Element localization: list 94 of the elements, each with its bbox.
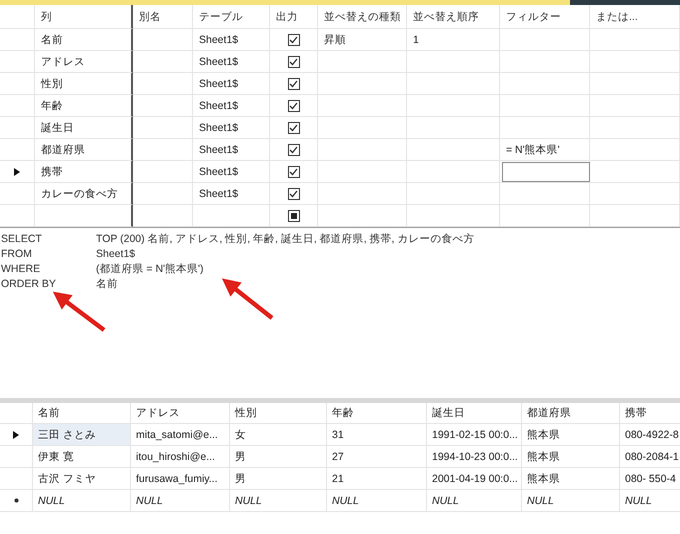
table-cell: mita_satomi@e... [131, 424, 230, 446]
column-header[interactable]: 携帯 [620, 403, 680, 424]
column-header[interactable]: または... [590, 5, 680, 29]
grid-cell: 1 [407, 29, 500, 51]
grid-cell: カレーの食べ方 [35, 183, 133, 205]
output-checkbox[interactable] [288, 100, 300, 112]
column-header[interactable]: フィルター [500, 5, 590, 29]
grid-cell: Sheet1$ [193, 161, 270, 183]
grid-cell: Sheet1$ [193, 139, 270, 161]
column-header[interactable]: 誕生日 [427, 403, 522, 424]
null-cell: NULL [620, 490, 680, 512]
sql-text: 名前 [96, 276, 118, 290]
grid-cell: Sheet1$ [193, 73, 270, 95]
table-cell: 熊本県 [522, 446, 620, 468]
grid-cell: アドレス [35, 51, 133, 73]
annotation-arrow [52, 292, 106, 332]
table-cell: 27 [327, 446, 427, 468]
grid-cell [133, 95, 193, 117]
grid-cell [133, 183, 193, 205]
table-cell: furusawa_fumiy... [131, 468, 230, 490]
output-checkbox[interactable] [288, 78, 300, 90]
grid-cell: Sheet1$ [193, 51, 270, 73]
grid-cell: 昇順 [318, 29, 407, 51]
annotation-arrow [222, 278, 274, 320]
output-checkbox[interactable] [288, 56, 300, 68]
grid-cell [133, 29, 193, 51]
table-cell: 21 [327, 468, 427, 490]
column-header[interactable]: 都道府県 [522, 403, 620, 424]
table-cell: 伊東 寛 [33, 446, 131, 468]
grid-cell: 都道府県 [35, 139, 133, 161]
current-row-icon [14, 168, 20, 176]
table-cell: 熊本県 [522, 468, 620, 490]
table-cell: 熊本県 [522, 424, 620, 446]
sql-keyword: ORDER BY [0, 278, 57, 290]
grid-cell: 携帯 [35, 161, 133, 183]
sql-text: Sheet1$ [96, 248, 136, 260]
new-row-icon [14, 498, 18, 503]
current-row-icon [13, 430, 19, 438]
sql-keyword: SELECT [0, 232, 43, 244]
grid-cell [133, 73, 193, 95]
null-cell: NULL [327, 490, 427, 512]
column-header[interactable]: アドレス [131, 403, 230, 424]
grid-cell: = N'熊本県' [500, 139, 590, 161]
column-header[interactable]: 性別 [230, 403, 327, 424]
column-header[interactable]: 出力 [270, 5, 318, 29]
table-cell: 080-4922-8 [620, 424, 680, 446]
grid-cell: 誕生日 [35, 117, 133, 139]
output-checkbox[interactable] [288, 144, 300, 156]
output-checkbox[interactable] [288, 188, 300, 200]
column-header[interactable]: 並べ替え順序 [407, 5, 500, 29]
grid-cell: 性別 [35, 73, 133, 95]
table-cell: 1991-02-15 00:0... [427, 424, 522, 446]
grid-cell [133, 139, 193, 161]
output-checkbox[interactable] [288, 34, 300, 46]
table-cell: 31 [327, 424, 427, 446]
null-cell: NULL [33, 490, 131, 512]
grid-cell [133, 205, 193, 227]
null-cell: NULL [522, 490, 620, 512]
grid-cell: 年齢 [35, 95, 133, 117]
column-header[interactable]: 年齢 [327, 403, 427, 424]
output-checkbox[interactable] [288, 122, 300, 134]
table-cell: 男 [230, 446, 327, 468]
table-cell: 古沢 フミヤ [33, 468, 131, 490]
grid-cell: Sheet1$ [193, 29, 270, 51]
table-cell: 080- 550-4 [620, 468, 680, 490]
column-header[interactable]: 並べ替えの種類 [318, 5, 407, 29]
grid-cell [133, 51, 193, 73]
table-cell: 女 [230, 424, 327, 446]
sql-text: (都道府県 = N'熊本県') [96, 262, 204, 276]
grid-cell: 名前 [35, 29, 133, 51]
grid-cell [133, 161, 193, 183]
column-header[interactable]: 別名 [133, 5, 193, 29]
sql-text: TOP (200) 名前, アドレス, 性別, 年齢, 誕生日, 都道府県, 携帯, カレーの食べ方 [96, 232, 474, 246]
column-header[interactable]: 列 [35, 5, 133, 29]
sql-keyword: FROM [0, 248, 33, 260]
sql-keyword: WHERE [0, 262, 42, 274]
column-header[interactable]: テーブル [193, 5, 270, 29]
table-cell: 三田 さとみ [33, 424, 131, 446]
table-cell: 2001-04-19 00:0... [427, 468, 522, 490]
null-cell: NULL [230, 490, 327, 512]
corner-header [0, 5, 35, 29]
row-header[interactable] [0, 161, 35, 183]
grid-cell: Sheet1$ [193, 183, 270, 205]
null-cell: NULL [131, 490, 230, 512]
table-cell: 1994-10-23 00:0... [427, 446, 522, 468]
grid-cell [133, 117, 193, 139]
grid-cell: Sheet1$ [193, 95, 270, 117]
table-cell: 080-2084-1 [620, 446, 680, 468]
table-cell: 男 [230, 468, 327, 490]
grid-cell: Sheet1$ [193, 117, 270, 139]
null-cell: NULL [427, 490, 522, 512]
table-cell: itou_hiroshi@e... [131, 446, 230, 468]
output-checkbox[interactable] [288, 166, 300, 178]
output-checkbox[interactable] [288, 210, 300, 222]
